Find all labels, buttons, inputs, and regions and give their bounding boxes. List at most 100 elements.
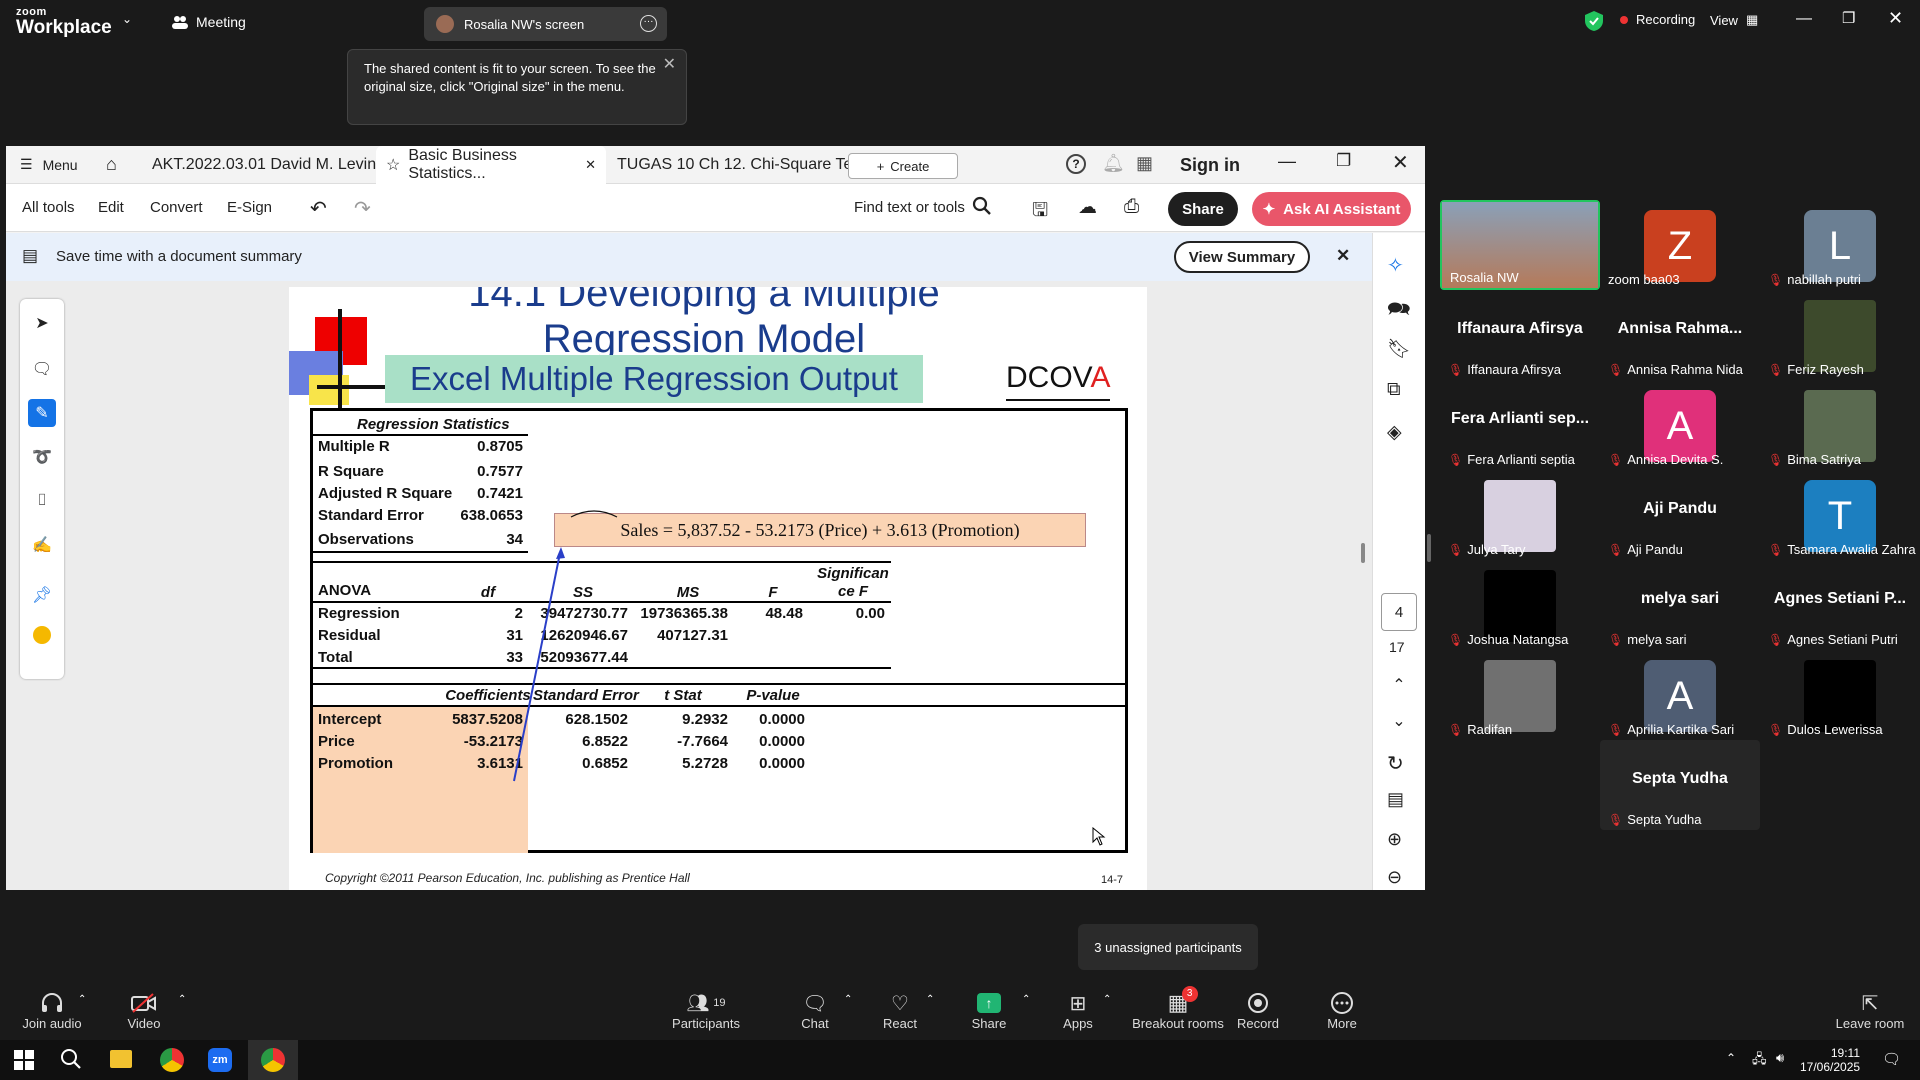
- document-viewer[interactable]: ➤ 🗨︎ ✎ ➰ ⌷ ✍ 📌︎ 14.1 Developing a Multip…: [6, 281, 1372, 890]
- volume-icon[interactable]: 🔊︎: [1776, 1050, 1784, 1066]
- tab-tugas-10[interactable]: TUGAS 10 Ch 12. Chi-Square Tes...: [617, 146, 874, 184]
- home-icon[interactable]: ⌂: [106, 154, 117, 175]
- find-text-field[interactable]: Find text or tools: [854, 199, 965, 216]
- print-icon[interactable]: ⎙: [1124, 196, 1139, 218]
- leave-room-button[interactable]: ⇱ Leave room: [1830, 990, 1910, 1032]
- audio-options-chevron-icon[interactable]: ⌃: [78, 994, 86, 1005]
- rotate-icon[interactable]: ↻: [1387, 751, 1411, 775]
- participants-button[interactable]: 👥︎ 19 Participants: [666, 990, 746, 1032]
- layers-icon[interactable]: ◈: [1387, 421, 1411, 445]
- chrome-icon[interactable]: [160, 1048, 184, 1072]
- menu-button[interactable]: ☰ Menu: [20, 156, 78, 173]
- meeting-menu[interactable]: Meeting: [172, 14, 246, 30]
- upload-cloud-icon[interactable]: ☁: [1078, 196, 1097, 219]
- participant-tile[interactable]: 🎙︎ Radifan: [1440, 650, 1600, 740]
- participant-tile[interactable]: Iffanaura Afirsya 🎙︎ Iffanaura Afirsya: [1440, 290, 1600, 380]
- zoom-out-icon[interactable]: ⊖: [1387, 867, 1411, 890]
- star-icon[interactable]: ☆: [386, 155, 400, 175]
- pages-icon[interactable]: ⧉: [1387, 379, 1411, 403]
- save-icon[interactable]: 🖫: [1032, 196, 1048, 228]
- esign-button[interactable]: E-Sign: [227, 199, 272, 216]
- highlight-pen-icon[interactable]: ✎: [28, 399, 56, 427]
- shared-screen-tab[interactable]: Rosalia NW's screen ···: [424, 7, 667, 41]
- share-chevron-icon[interactable]: ⌃: [1022, 994, 1030, 1005]
- workplace-chevron-icon[interactable]: ⌄: [122, 12, 132, 26]
- scrollbar-thumb[interactable]: [1361, 543, 1365, 563]
- tooltip-close-icon[interactable]: ✕: [663, 56, 676, 74]
- chat-button[interactable]: 🗨︎ Chat: [775, 990, 855, 1032]
- participant-tile[interactable]: melya sari 🎙︎ melya sari: [1600, 560, 1760, 650]
- participant-tile[interactable]: A 🎙︎ Aprilia Kartika Sari: [1600, 650, 1760, 740]
- participant-tile[interactable]: 🎙︎ Bima Satriya: [1760, 380, 1920, 470]
- share-screen-button[interactable]: ↑ Share: [949, 990, 1029, 1031]
- recording-indicator[interactable]: Recording: [1620, 12, 1695, 27]
- all-tools-button[interactable]: All tools: [22, 199, 75, 216]
- restore-icon[interactable]: ❐: [1842, 9, 1855, 27]
- edit-button[interactable]: Edit: [98, 199, 124, 216]
- apps-grid-icon[interactable]: ▦: [1136, 153, 1153, 174]
- more-button[interactable]: More: [1302, 990, 1382, 1031]
- participant-tile[interactable]: Zzoom baa03: [1600, 200, 1760, 290]
- participant-tile[interactable]: L 🎙︎ nabillah putri: [1760, 200, 1920, 290]
- participant-tile[interactable]: A 🎙︎ Annisa Devita S.: [1600, 380, 1760, 470]
- participant-tile[interactable]: Rosalia NW: [1440, 200, 1600, 290]
- page-number-input[interactable]: 4: [1381, 593, 1417, 631]
- video-options-chevron-icon[interactable]: ⌃: [178, 994, 186, 1005]
- ai-summary-icon[interactable]: ✧: [1387, 253, 1411, 277]
- undo-icon[interactable]: ↶: [310, 196, 327, 221]
- page-up-icon[interactable]: ⌃: [1387, 675, 1411, 699]
- tab-akt[interactable]: AKT.2022.03.01 David M. Levin...: [152, 146, 389, 184]
- chat-chevron-icon[interactable]: ⌃: [844, 994, 852, 1005]
- participant-tile[interactable]: 🎙︎ Julya Tary: [1440, 470, 1600, 560]
- gallery-resize-handle[interactable]: [1427, 534, 1431, 562]
- participant-tile[interactable]: 🎙︎ Feriz Rayesh: [1760, 290, 1920, 380]
- minimize-icon[interactable]: —: [1796, 10, 1812, 28]
- participant-tile[interactable]: Aji Pandu 🎙︎ Aji Pandu: [1600, 470, 1760, 560]
- redo-icon[interactable]: ↷: [354, 196, 371, 221]
- taskbar-clock[interactable]: 19:11 17/06/2025: [1800, 1046, 1860, 1074]
- tray-chevron-icon[interactable]: ⌃: [1726, 1051, 1736, 1065]
- pin-icon[interactable]: 📌︎: [28, 581, 56, 609]
- participant-tile[interactable]: Fera Arlianti sep... 🎙︎ Fera Arlianti sept…: [1440, 380, 1600, 470]
- summary-close-icon[interactable]: ✕: [1336, 246, 1350, 266]
- bell-icon[interactable]: 🔔︎: [1102, 153, 1125, 174]
- tab-basic-business-statistics[interactable]: ☆ Basic Business Statistics... ✕: [376, 146, 606, 184]
- network-icon[interactable]: 🖧︎: [1752, 1050, 1767, 1072]
- text-select-icon[interactable]: ⌷: [28, 487, 56, 515]
- comment-bubble-icon[interactable]: 🗪︎: [1387, 295, 1411, 320]
- acrobat-restore-icon[interactable]: ❐: [1336, 151, 1351, 171]
- taskbar-search-icon[interactable]: [60, 1048, 82, 1070]
- windows-start-icon[interactable]: [14, 1050, 34, 1070]
- participant-tile[interactable]: Agnes Setiani P... 🎙︎ Agnes Setiani Putri: [1760, 560, 1920, 650]
- search-icon[interactable]: [972, 196, 992, 216]
- create-button[interactable]: + Create: [848, 153, 958, 179]
- tab-close-icon[interactable]: ✕: [585, 157, 596, 173]
- select-arrow-icon[interactable]: ➤: [28, 309, 56, 337]
- breakout-rooms-button[interactable]: ▦ 3 Breakout rooms: [1128, 986, 1228, 1031]
- ask-ai-assistant-button[interactable]: ✦ Ask AI Assistant: [1252, 192, 1411, 226]
- comment-icon[interactable]: 🗨︎: [28, 355, 56, 383]
- help-icon[interactable]: ?: [1066, 154, 1086, 174]
- view-summary-button[interactable]: View Summary: [1174, 241, 1310, 273]
- participant-tile[interactable]: Septa Yudha 🎙︎ Septa Yudha: [1600, 740, 1760, 830]
- notifications-icon[interactable]: 🗨︎: [1882, 1050, 1901, 1068]
- page-down-icon[interactable]: ⌄: [1387, 711, 1411, 735]
- color-picker-icon[interactable]: [28, 621, 56, 649]
- file-explorer-icon[interactable]: [110, 1050, 132, 1068]
- share-button[interactable]: Share: [1168, 192, 1238, 226]
- close-icon[interactable]: ✕: [1888, 8, 1903, 29]
- sign-pen-icon[interactable]: ✍: [28, 531, 56, 559]
- acrobat-close-icon[interactable]: ✕: [1392, 150, 1409, 175]
- security-shield-icon[interactable]: [1585, 11, 1603, 31]
- acrobat-minimize-icon[interactable]: —: [1278, 151, 1296, 172]
- participant-tile[interactable]: T 🎙︎ Tsamara Awalia Zahra: [1760, 470, 1920, 560]
- apps-chevron-icon[interactable]: ⌃: [1103, 994, 1111, 1005]
- taskbar-active-chrome[interactable]: [248, 1040, 298, 1080]
- record-button[interactable]: Record: [1218, 990, 1298, 1031]
- zoom-app-icon[interactable]: zm: [208, 1048, 232, 1072]
- zoom-in-icon[interactable]: ⊕: [1387, 829, 1411, 853]
- sign-in-link[interactable]: Sign in: [1180, 155, 1240, 176]
- participant-tile[interactable]: Annisa Rahma... 🎙︎ Annisa Rahma Nida: [1600, 290, 1760, 380]
- convert-button[interactable]: Convert: [150, 199, 203, 216]
- lasso-draw-icon[interactable]: ➰: [28, 443, 56, 471]
